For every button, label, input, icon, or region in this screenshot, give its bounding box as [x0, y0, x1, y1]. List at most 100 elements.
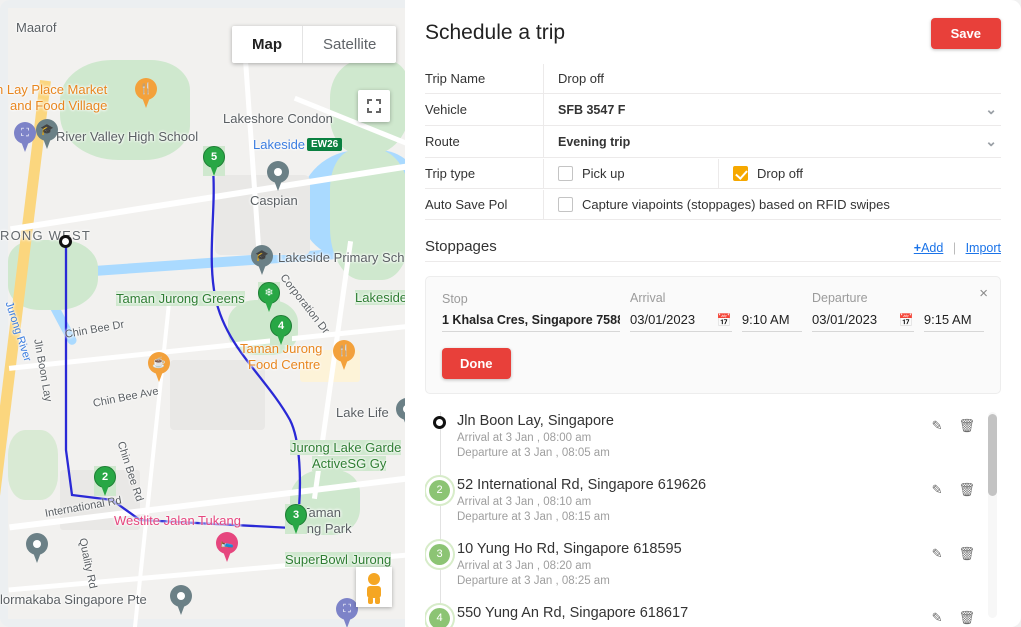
list-item[interactable]: Jln Boon Lay, Singapore Arrival at 3 Jan…	[425, 404, 975, 468]
trip-name-input[interactable]: Drop off	[543, 63, 1001, 93]
stoppage-departure: Departure at 3 Jan , 08:15 am	[457, 511, 610, 523]
links-divider: |	[952, 241, 957, 255]
checkbox-drop-off[interactable]: Drop off	[718, 158, 1001, 188]
stoppages-list[interactable]: Jln Boon Lay, Singapore Arrival at 3 Jan…	[425, 404, 1001, 627]
import-stoppages-button[interactable]: Import	[966, 241, 1001, 255]
map-type-toggle[interactable]: Map Satellite	[232, 26, 397, 63]
trash-icon[interactable]: 🗑	[958, 418, 975, 434]
stop-value-text: 1 Khalsa Cres, Singapore 75884	[442, 313, 620, 327]
map-label-lakeside-station: Lakeside	[253, 137, 306, 152]
poi-park-icon[interactable]: ❄	[258, 282, 280, 312]
departure-date-value: 03/01/2023	[812, 312, 878, 327]
poi-caspian-icon[interactable]	[267, 161, 289, 191]
list-item[interactable]: 4 550 Yung An Rd, Singapore 618617 ✎ 🗑	[425, 596, 975, 627]
map-label: Lakeshore Condon	[223, 111, 333, 126]
poi-hotel-icon[interactable]: 🛌	[216, 532, 238, 562]
map-label: Jurong Lake Garde	[290, 440, 402, 455]
list-item[interactable]: 3 10 Yung Ho Rd, Singapore 618595 Arriva…	[425, 532, 975, 596]
checkbox-pick-up[interactable]: Pick up	[543, 158, 718, 188]
vehicle-select[interactable]: SFB 3547 F ⌄	[543, 94, 1001, 125]
mrt-station-badge: EW26	[307, 138, 343, 151]
stoppages-actions: +Add | Import	[914, 241, 1001, 255]
close-icon[interactable]: ×	[979, 285, 988, 302]
map-label: Lakeside Primary Sch	[278, 250, 405, 265]
map-origin-marker[interactable]	[59, 235, 72, 248]
departure-time-value: 9:15 AM	[923, 312, 972, 327]
map-type-map[interactable]: Map	[232, 26, 302, 63]
map-canvas[interactable]: Maarof n Lay Place Market and Food Villa…	[0, 0, 405, 627]
map-panel[interactable]: Maarof n Lay Place Market and Food Villa…	[0, 0, 405, 627]
poi-transit-south-icon[interactable]: ⛶	[336, 598, 358, 627]
map-marker-4[interactable]: 4	[270, 315, 292, 345]
stoppage-title: 10 Yung Ho Rd, Singapore 618595	[457, 541, 682, 557]
arrival-date-field[interactable]: Arrival 03/01/2023 📅	[630, 291, 732, 332]
checkbox-label: Pick up	[582, 165, 625, 181]
list-item-body: 10 Yung Ho Rd, Singapore 618595 Arrival …	[457, 541, 932, 587]
map-label: Maarof	[16, 20, 57, 35]
calendar-icon[interactable]: 📅	[899, 313, 914, 327]
calendar-icon[interactable]: 📅	[717, 313, 732, 327]
list-item-actions: ✎ 🗑	[932, 541, 975, 562]
departure-date-field[interactable]: Departure 03/01/2023 📅	[812, 291, 914, 332]
poi-dormakaba-icon[interactable]	[170, 585, 192, 615]
trash-icon[interactable]: 🗑	[958, 610, 975, 626]
field-caption: Arrival	[630, 291, 666, 305]
stoppage-title: 52 International Rd, Singapore 619626	[457, 477, 707, 493]
scrollbar-thumb[interactable]	[988, 414, 997, 496]
stoppage-title: 550 Yung An Rd, Singapore 618617	[457, 605, 689, 621]
checkbox-box[interactable]	[558, 196, 573, 212]
list-item[interactable]: 2 52 International Rd, Singapore 619626 …	[425, 468, 975, 532]
departure-time-input[interactable]: 9:15 AM	[923, 312, 984, 332]
list-scrollbar[interactable]	[988, 412, 997, 618]
departure-date-input[interactable]: 03/01/2023 📅	[812, 312, 914, 332]
add-stoppage-button[interactable]: +Add	[914, 241, 944, 255]
route-select[interactable]: Evening trip ⌄	[543, 126, 1001, 157]
departure-time-field[interactable]: 9:15 AM	[923, 291, 984, 332]
list-item-body: Jln Boon Lay, Singapore Arrival at 3 Jan…	[457, 413, 932, 459]
pencil-icon[interactable]: ✎	[932, 482, 943, 498]
plus-icon: +	[913, 241, 922, 255]
map-label: Caspian	[250, 193, 298, 208]
fullscreen-icon[interactable]	[358, 90, 390, 122]
map-marker-3[interactable]: 3	[285, 504, 307, 534]
pencil-icon[interactable]: ✎	[932, 546, 943, 562]
map-label: RONG WEST	[0, 228, 91, 243]
checkbox-capture-viapoints[interactable]: Capture viapoints (stoppages) based on R…	[543, 189, 1001, 219]
done-button[interactable]: Done	[442, 348, 511, 379]
field-label: Trip type	[425, 165, 476, 181]
arrival-date-input[interactable]: 03/01/2023 📅	[630, 312, 732, 332]
map-type-satellite[interactable]: Satellite	[303, 26, 396, 63]
trash-icon[interactable]: 🗑	[958, 482, 975, 498]
poi-school-icon[interactable]: 🎓	[36, 119, 58, 149]
stop-select-field[interactable]: Stop 1 Khalsa Cres, Singapore 75884 ⌄	[442, 292, 620, 332]
poi-restaurant-icon[interactable]: 🍴	[135, 78, 157, 108]
map-label: lormakaba Singapore Pte	[0, 592, 147, 607]
chevron-down-icon[interactable]: ⌄	[985, 101, 997, 118]
poi-transit-icon[interactable]: ⛶	[14, 122, 36, 152]
map-marker-5[interactable]: 5	[203, 146, 225, 176]
checkbox-box[interactable]	[733, 165, 748, 181]
save-button[interactable]: Save	[930, 18, 1001, 49]
list-item-body: 550 Yung An Rd, Singapore 618617	[457, 605, 932, 621]
pencil-icon[interactable]: ✎	[932, 610, 943, 626]
pencil-icon[interactable]: ✎	[932, 418, 943, 434]
street-view-pegman-icon[interactable]	[356, 567, 392, 607]
map-marker-2[interactable]: 2	[94, 466, 116, 496]
chevron-down-icon[interactable]: ⌄	[985, 133, 997, 150]
poi-generic-west-icon[interactable]	[26, 533, 48, 563]
chevron-down-icon[interactable]: ⌄	[607, 324, 618, 331]
arrival-time-input[interactable]: 9:10 AM	[741, 312, 802, 332]
field-value: SFB 3547 F	[558, 102, 626, 117]
arrival-time-field[interactable]: 9:10 AM	[741, 291, 802, 332]
list-item-actions: ✎ 🗑	[932, 605, 975, 626]
field-caption: Stop	[442, 292, 468, 306]
poi-lake-life-icon[interactable]	[396, 398, 405, 428]
poi-cafe-icon[interactable]: ☕	[148, 352, 170, 382]
checkbox-box[interactable]	[558, 165, 573, 181]
poi-food-centre-icon[interactable]: 🍴	[333, 340, 355, 370]
stop-select-value[interactable]: 1 Khalsa Cres, Singapore 75884 ⌄	[442, 313, 620, 332]
stoppage-departure: Departure at 3 Jan , 08:05 am	[457, 447, 610, 459]
trash-icon[interactable]: 🗑	[958, 546, 975, 562]
schedule-trip-screen: Maarof n Lay Place Market and Food Villa…	[0, 0, 1021, 627]
poi-primary-school-icon[interactable]: 🎓	[251, 245, 273, 275]
